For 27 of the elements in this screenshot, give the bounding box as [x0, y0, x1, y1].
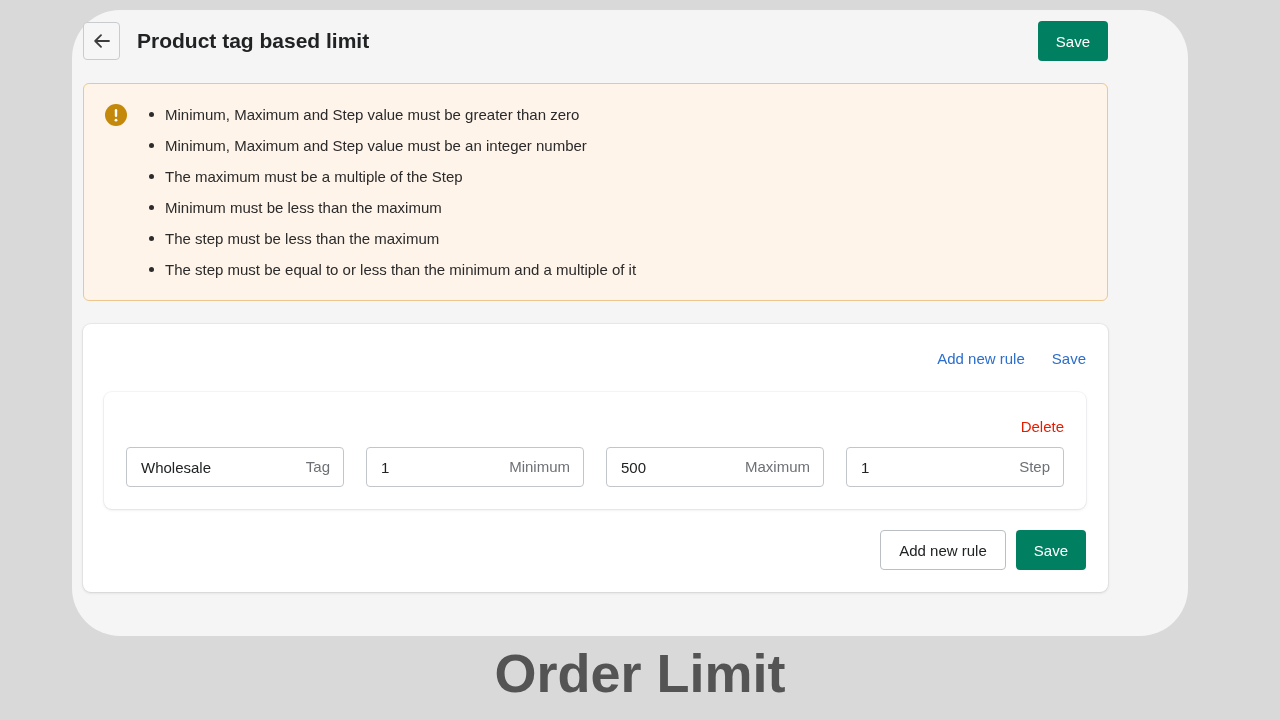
page-title: Product tag based limit: [137, 29, 370, 53]
field-suffix-label: Tag: [305, 458, 330, 476]
warning-icon: [105, 104, 127, 126]
back-button[interactable]: [83, 22, 120, 60]
rule-requirement-text: The maximum must be a multiple of the Step: [165, 168, 463, 185]
delete-link[interactable]: Delete: [1020, 417, 1064, 435]
back-arrow-icon: [93, 34, 110, 48]
field-suffix-label: Minimum: [509, 458, 570, 476]
rule-requirement-text: Minimum, Maximum and Step value must be greater than zero: [165, 106, 580, 123]
save-link[interactable]: Save: [1051, 349, 1086, 367]
add-rule-button[interactable]: Add new rule: [880, 530, 1006, 570]
bullet-icon: [149, 267, 154, 272]
caption-title: Order Limit: [494, 642, 786, 705]
add-rule-link[interactable]: Add new rule: [937, 349, 1025, 367]
save-button[interactable]: Save: [1015, 530, 1086, 570]
field-suffix-label: Step: [1019, 458, 1050, 476]
bullet-icon: [149, 112, 154, 117]
save-button[interactable]: Save: [1037, 21, 1108, 61]
rule-requirement-text: The step must be equal to or less than the minimum and a multiple of it: [165, 261, 637, 278]
field-suffix-label: Maximum: [745, 458, 810, 476]
bullet-icon: [149, 143, 154, 148]
bullet-icon: [149, 236, 154, 241]
bullet-icon: [149, 205, 154, 210]
rule-requirement-text: Minimum must be less than the maximum: [165, 199, 442, 216]
bullet-icon: [149, 174, 154, 179]
rule-requirement-text: The step must be less than the maximum: [165, 230, 440, 247]
rule-requirement-text: Minimum, Maximum and Step value must be an integer number: [165, 137, 587, 154]
